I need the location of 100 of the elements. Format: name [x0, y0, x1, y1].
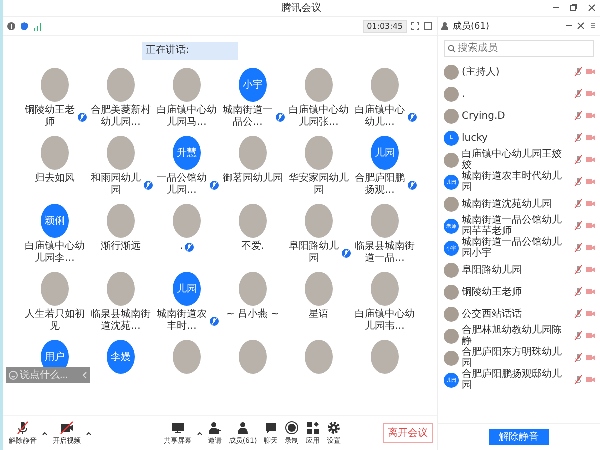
- member-name: 合肥庐阳东方明珠幼儿园: [462, 347, 563, 369]
- avatar-photo: [371, 68, 399, 102]
- caret-icon[interactable]: [86, 430, 92, 436]
- mic-muted-icon: [144, 180, 153, 190]
- avatar: 儿园: [173, 272, 201, 306]
- camera-icon: [60, 420, 74, 434]
- close-icon[interactable]: [588, 4, 596, 12]
- caret-icon[interactable]: [42, 430, 48, 436]
- camera-icon[interactable]: [586, 222, 596, 230]
- microphone-icon[interactable]: [574, 133, 583, 143]
- menu-icon[interactable]: [589, 22, 597, 30]
- layout-icon[interactable]: [424, 22, 433, 30]
- microphone-icon[interactable]: [574, 353, 583, 363]
- apps-icon: [306, 420, 320, 434]
- avatar-photo: [371, 272, 399, 306]
- member-name: 城南街道一品公馆幼儿园小宇: [462, 237, 563, 259]
- participant-name: 御茗园幼儿园: [223, 173, 283, 185]
- participant-name: 白庙镇中心幼儿...: [354, 105, 406, 129]
- camera-icon[interactable]: [586, 288, 596, 296]
- chat-input[interactable]: 说点什么...: [6, 367, 90, 383]
- camera-icon[interactable]: [586, 178, 596, 186]
- avatar-photo: [444, 306, 459, 322]
- member-name: 城南街道一品公馆幼儿园芊芊老师: [462, 215, 563, 237]
- avatar-photo: [173, 340, 201, 374]
- signal-icon[interactable]: [33, 22, 42, 30]
- participant-name: 渐行渐远: [101, 241, 141, 253]
- participant-name: 白庙镇中心幼儿园张...: [288, 105, 350, 129]
- camera-icon[interactable]: [586, 112, 596, 120]
- camera-icon[interactable]: [586, 376, 596, 384]
- unmute-all-button[interactable]: 解除静音: [489, 429, 549, 445]
- microphone-icon: [16, 420, 30, 434]
- camera-icon[interactable]: [586, 156, 596, 164]
- microphone-icon[interactable]: [574, 111, 583, 121]
- camera-icon[interactable]: [586, 68, 596, 76]
- collapse-icon[interactable]: [82, 370, 88, 380]
- participant-name: 合肥美菱新村幼儿园...: [90, 105, 152, 129]
- avatar-photo: [444, 108, 459, 124]
- participant-name: ~ 吕小燕 ~: [226, 309, 280, 321]
- avatar-photo: [305, 68, 333, 102]
- fullscreen-icon[interactable]: [411, 22, 420, 30]
- search-field[interactable]: 搜索成员: [444, 40, 594, 57]
- leave-meeting-button[interactable]: 离开会议: [383, 423, 433, 443]
- avatar-photo: [239, 272, 267, 306]
- person-icon: [236, 420, 250, 434]
- microphone-icon[interactable]: [574, 309, 583, 319]
- microphone-icon[interactable]: [574, 243, 583, 253]
- participant-name: 华安家园幼儿园: [288, 173, 350, 197]
- avatar-photo: [444, 152, 459, 168]
- avatar-photo: [444, 64, 459, 80]
- member-name: 城南街道农丰时代幼儿园: [462, 171, 563, 193]
- restore-icon[interactable]: [570, 4, 578, 12]
- camera-icon[interactable]: [586, 244, 596, 252]
- avatar-photo: [305, 272, 333, 306]
- microphone-icon[interactable]: [574, 67, 583, 77]
- microphone-icon[interactable]: [574, 375, 583, 385]
- microphone-icon[interactable]: [574, 331, 583, 341]
- search-icon: [448, 44, 456, 52]
- member-name: 白庙镇中心幼儿园王姣姣: [462, 149, 563, 171]
- microphone-icon[interactable]: [574, 287, 583, 297]
- gear-icon: [327, 420, 342, 434]
- avatar-photo: [444, 196, 459, 212]
- avatar-photo: [239, 136, 267, 170]
- camera-icon[interactable]: [586, 332, 596, 340]
- avatar-photo: [239, 340, 267, 374]
- camera-icon[interactable]: [586, 266, 596, 274]
- avatar: 颖俐: [41, 204, 69, 238]
- microphone-icon[interactable]: [574, 155, 583, 165]
- participant-name: 星语: [309, 309, 329, 321]
- participant-name: 合肥庐阳鹏扬观...: [354, 173, 406, 197]
- participant-name: 铜陵幼王老师: [24, 105, 76, 129]
- microphone-icon[interactable]: [574, 199, 583, 209]
- member-name: 合肥林旭幼教幼儿园陈静: [462, 325, 563, 347]
- participant-name: .: [180, 241, 184, 253]
- camera-icon[interactable]: [586, 134, 596, 142]
- camera-icon[interactable]: [586, 354, 596, 362]
- participant-name: 白庙镇中心幼儿园马...: [156, 105, 218, 129]
- shield-icon[interactable]: [20, 22, 29, 30]
- avatar-photo: [444, 284, 459, 300]
- participant-name: 归去如风: [35, 173, 75, 185]
- member-name: (主持人): [462, 66, 501, 78]
- member-name: 公交西站话话: [462, 308, 523, 320]
- avatar-photo: [444, 328, 459, 344]
- camera-icon[interactable]: [586, 90, 596, 98]
- mic-muted-icon: [184, 242, 194, 252]
- microphone-icon[interactable]: [574, 265, 583, 275]
- mic-muted-icon: [210, 180, 219, 190]
- member-name: Crying.D: [462, 110, 506, 122]
- avatar-photo: [371, 340, 399, 374]
- close-icon[interactable]: [577, 22, 585, 30]
- info-icon[interactable]: [7, 22, 16, 30]
- camera-icon[interactable]: [586, 200, 596, 208]
- caret-icon[interactable]: [196, 430, 203, 436]
- microphone-icon[interactable]: [574, 89, 583, 99]
- camera-icon[interactable]: [586, 310, 596, 318]
- microphone-icon[interactable]: [574, 177, 583, 187]
- participant-name: 和雨园幼儿园: [90, 173, 142, 197]
- microphone-icon[interactable]: [574, 221, 583, 231]
- mic-muted-icon: [342, 248, 351, 258]
- smiley-icon[interactable]: [9, 370, 18, 380]
- avatar-photo: [41, 136, 69, 170]
